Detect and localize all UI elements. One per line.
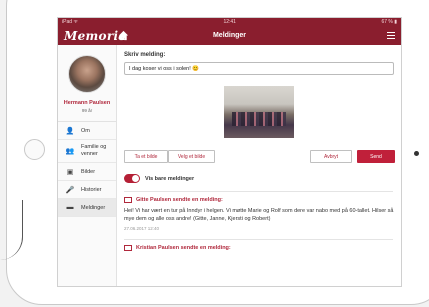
compose-label: Skriv melding: bbox=[124, 52, 166, 58]
sidebar: Hermann Paulsen 99 år 👤 Om 👥 Familie og … bbox=[58, 45, 117, 286]
take-photo-button[interactable]: Ta et bilde bbox=[124, 150, 168, 163]
feed-item-text: Hei! Vi har vært en tur på Inndyr i helg… bbox=[124, 208, 394, 222]
main-content: Skriv melding: I dag koser vi oss i sole… bbox=[124, 47, 395, 286]
sidebar-item-label: Familie og venner bbox=[81, 144, 107, 157]
menu-icon[interactable] bbox=[387, 32, 395, 39]
chat-icon: ▬ bbox=[66, 204, 74, 211]
profile-name: Hermann Paulsen bbox=[63, 100, 111, 106]
feed-item-title: Kristian Paulsen sendte en melding: bbox=[136, 245, 231, 251]
home-button[interactable] bbox=[24, 139, 45, 160]
profile-age: 99 år bbox=[81, 108, 93, 113]
app-screen: iPad ᯤ 12:41 67 % ▮ Memoria Meldinger He… bbox=[57, 17, 402, 287]
feed-item-header: Kristian Paulsen sendte en melding: bbox=[124, 245, 393, 251]
message-input[interactable]: I dag koser vi oss i solen! 😊 bbox=[124, 62, 394, 75]
top-navbar: Memoria Meldinger bbox=[58, 26, 401, 45]
divider bbox=[124, 191, 393, 192]
mic-icon: 🎤 bbox=[65, 186, 75, 194]
status-bar: iPad ᯤ 12:41 67 % ▮ bbox=[58, 18, 401, 26]
list-item: Kristian Paulsen sendte en melding: bbox=[124, 245, 393, 251]
compose-actions: Ta et bilde Velg et bilde Avbryt Send bbox=[124, 150, 395, 164]
cancel-button[interactable]: Avbryt bbox=[310, 150, 352, 163]
toggle-label: Vis bare meldinger bbox=[145, 175, 195, 182]
feed-item-header: Gitte Paulsen sendte en melding: bbox=[124, 197, 393, 203]
feed-item-title: Gitte Paulsen sendte en melding: bbox=[136, 197, 223, 203]
avatar bbox=[68, 55, 106, 93]
sidebar-item-om[interactable]: 👤 Om bbox=[58, 122, 116, 140]
front-camera bbox=[414, 151, 419, 156]
sidebar-item-bilder[interactable]: ▣ Bilder bbox=[58, 163, 116, 181]
sidebar-item-label: Meldinger bbox=[81, 204, 106, 211]
status-carrier: iPad ᯤ bbox=[62, 19, 78, 25]
send-button[interactable]: Send bbox=[357, 150, 395, 163]
page-title: Meldinger bbox=[212, 32, 247, 39]
status-battery: 67 % ▮ bbox=[381, 19, 397, 25]
sidebar-menu: 👤 Om 👥 Familie og venner ▣ Bilder 🎤 Hist… bbox=[58, 121, 116, 217]
show-messages-toggle[interactable] bbox=[124, 174, 140, 183]
sidebar-item-historier[interactable]: 🎤 Historier bbox=[58, 181, 116, 199]
person-icon: 👤 bbox=[65, 127, 75, 135]
message-icon bbox=[124, 245, 132, 251]
picture-icon: ▣ bbox=[66, 168, 74, 176]
sidebar-item-label: Historier bbox=[81, 186, 102, 193]
sidebar-item-familie[interactable]: 👥 Familie og venner bbox=[58, 140, 116, 163]
sidebar-item-meldinger[interactable]: ▬ Meldinger bbox=[58, 199, 116, 217]
message-icon bbox=[124, 197, 132, 203]
sidebar-item-label: Bilder bbox=[81, 168, 96, 175]
status-time: 12:41 bbox=[223, 19, 236, 25]
filter-row: Vis bare meldinger bbox=[124, 174, 393, 183]
divider bbox=[124, 239, 393, 240]
home-icon[interactable] bbox=[118, 30, 129, 41]
attached-photo[interactable] bbox=[223, 86, 294, 138]
sidebar-item-label: Om bbox=[81, 127, 90, 134]
feed-item-date: 27.06.2017 12:40 bbox=[124, 226, 160, 231]
list-item: Gitte Paulsen sendte en melding: Hei! Vi… bbox=[124, 197, 393, 231]
ipad-device: iPad ᯤ 12:41 67 % ▮ Memoria Meldinger He… bbox=[0, 0, 429, 307]
choose-photo-button[interactable]: Velg et bilde bbox=[168, 150, 215, 163]
people-icon: 👥 bbox=[65, 148, 75, 155]
